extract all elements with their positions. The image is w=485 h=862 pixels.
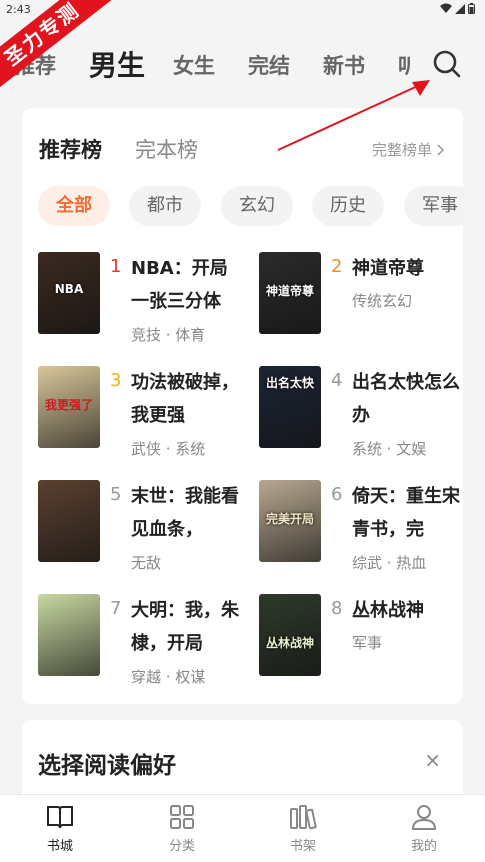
rank-number: 2 <box>331 256 343 277</box>
book-cover: 出名太快 <box>259 366 321 448</box>
book-title: 出名太快怎么办 <box>352 372 460 426</box>
tab-listen[interactable]: 听 <box>398 50 410 80</box>
book-tags: 综武 · 热血 <box>352 554 427 572</box>
book-cover <box>38 594 100 676</box>
wifi-icon <box>440 3 452 13</box>
cover-title: 出名太快 <box>265 376 314 390</box>
cover-title: 神道帝尊 <box>265 284 314 298</box>
book-item[interactable]: 7 大明：我，朱棣，开局 穿越 · 权谋 <box>38 594 248 694</box>
nav-label: 书城 <box>46 839 73 854</box>
nav-category[interactable]: 分类 <box>142 803 222 854</box>
rank-number: 8 <box>331 598 343 619</box>
status-time: 2:43 <box>6 3 31 16</box>
nav-mine[interactable]: 我的 <box>384 803 464 854</box>
nav-bookstore[interactable]: 书城 <box>20 803 100 854</box>
book-tags: 军事 <box>352 634 383 652</box>
full-list-label: 完整榜单 <box>371 141 432 159</box>
book-cover: NBA <box>38 252 100 334</box>
chip-all[interactable]: 全部 <box>38 186 110 226</box>
nav-label: 我的 <box>410 839 437 854</box>
book-item[interactable]: 丛林战神 8 丛林战神 军事 <box>259 594 469 694</box>
book-item[interactable]: 神道帝尊 2 神道帝尊 传统玄幻 <box>259 252 469 352</box>
book-open-icon <box>47 806 73 829</box>
full-list-link[interactable]: 完整榜单 <box>372 139 445 160</box>
book-cover: 我更强了 <box>38 366 100 448</box>
book-cover: 神道帝尊 <box>259 252 321 334</box>
tab-new[interactable]: 新书 <box>323 50 365 80</box>
tab-finished-rank[interactable]: 完本榜 <box>135 134 198 164</box>
chip-military[interactable]: 军事 <box>404 186 463 226</box>
tab-female[interactable]: 女生 <box>173 50 215 80</box>
rank-number: 5 <box>110 484 122 505</box>
book-item[interactable]: 5 末世：我能看见血条， 无敌 <box>38 480 248 580</box>
rank-number: 4 <box>331 370 343 391</box>
nav-bookshelf[interactable]: 书架 <box>263 803 343 854</box>
rank-number: 7 <box>110 598 122 619</box>
signal-icon <box>455 3 465 14</box>
book-tags: 穿越 · 权谋 <box>131 668 206 686</box>
ranking-card: 推荐榜 完本榜 完整榜单 全部 都市 玄幻 历史 军事 NBA 1 NBA：开局… <box>22 108 463 704</box>
book-cover <box>38 480 100 562</box>
user-icon <box>411 805 437 830</box>
status-icons <box>440 3 475 14</box>
rank-number: 3 <box>110 370 122 391</box>
book-title: NBA：开局一张三分体 <box>131 258 228 312</box>
nav-label: 书架 <box>289 839 316 854</box>
reading-preference-card: 选择阅读偏好 × <box>22 720 463 800</box>
battery-icon <box>468 3 475 14</box>
preference-title: 选择阅读偏好 <box>38 753 176 779</box>
rank-number: 6 <box>331 484 343 505</box>
chip-urban[interactable]: 都市 <box>129 186 201 226</box>
book-item[interactable]: 我更强了 3 功法被破掉，我更强 武侠 · 系统 <box>38 366 248 466</box>
tab-recommend-rank[interactable]: 推荐榜 <box>39 134 102 164</box>
close-icon[interactable]: × <box>424 748 441 772</box>
rank-number: 1 <box>110 256 122 277</box>
bookshelf-icon <box>290 805 317 830</box>
book-title: 功法被破掉，我更强 <box>131 372 239 426</box>
book-cover: 丛林战神 <box>259 594 321 676</box>
cover-title: 我更强了 <box>44 398 93 412</box>
ranking-tabs: 推荐榜 完本榜 <box>39 134 231 164</box>
bottom-nav: 书城 分类 书架 我的 <box>0 794 485 862</box>
book-title: 末世：我能看见血条， <box>131 486 239 540</box>
grid-icon <box>170 805 194 829</box>
chip-fantasy[interactable]: 玄幻 <box>221 186 293 226</box>
search-icon[interactable] <box>431 48 463 80</box>
book-tags: 竞技 · 体育 <box>131 326 206 344</box>
book-title: 大明：我，朱棣，开局 <box>131 600 239 654</box>
tab-male[interactable]: 男生 <box>89 44 145 84</box>
chip-history[interactable]: 历史 <box>312 186 384 226</box>
category-chips: 全部 都市 玄幻 历史 军事 <box>38 186 463 226</box>
book-title: 倚天：重生宋青书，完 <box>352 486 460 540</box>
book-item[interactable]: 出名太快 4 出名太快怎么办 系统 · 文娱 <box>259 366 469 466</box>
book-tags: 无敌 <box>131 554 162 572</box>
cover-title: 丛林战神 <box>265 636 314 650</box>
tab-finished[interactable]: 完结 <box>248 50 290 80</box>
book-tags: 系统 · 文娱 <box>352 440 427 458</box>
book-item[interactable]: NBA 1 NBA：开局一张三分体 竞技 · 体育 <box>38 252 248 352</box>
nav-label: 分类 <box>168 839 195 854</box>
book-tags: 传统玄幻 <box>352 292 413 310</box>
book-cover: 完美开局 <box>259 480 321 562</box>
cover-title: 完美开局 <box>265 512 314 526</box>
channel-tabs: 推荐 男生 女生 完结 新书 听 <box>0 40 485 90</box>
chevron-right-icon <box>437 143 445 156</box>
book-tags: 武侠 · 系统 <box>131 440 206 458</box>
book-item[interactable]: 完美开局 6 倚天：重生宋青书，完 综武 · 热血 <box>259 480 469 580</box>
cover-title: NBA <box>54 282 84 296</box>
